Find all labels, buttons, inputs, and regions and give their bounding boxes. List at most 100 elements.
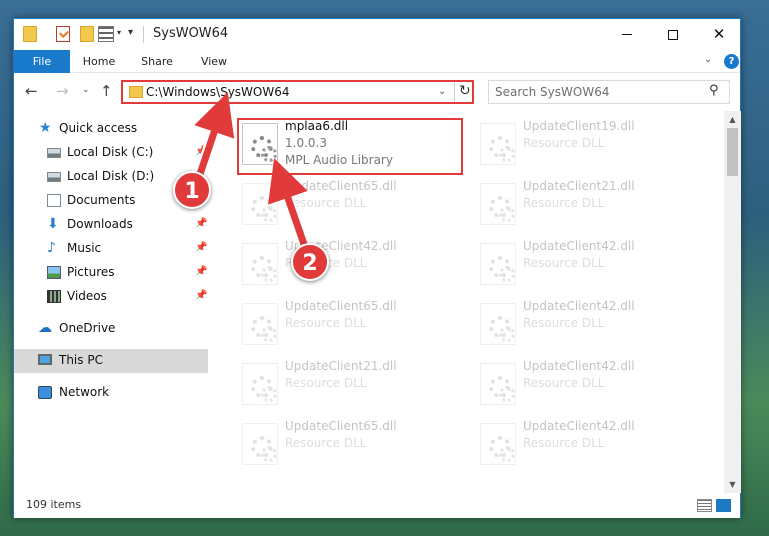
file-item[interactable]: UpdateClient42.dll Resource DLL <box>476 357 708 415</box>
close-button[interactable]: ✕ <box>696 19 742 50</box>
dll-file-icon <box>242 303 278 345</box>
file-name: UpdateClient21.dll <box>285 359 397 373</box>
tab-share[interactable]: Share <box>136 50 178 73</box>
music-icon: ♪ <box>47 240 56 256</box>
file-item[interactable]: UpdateClient65.dll Resource DLL <box>238 297 470 355</box>
sidebar-item-videos[interactable]: Videos 📌 <box>14 285 208 309</box>
network-icon <box>38 386 52 399</box>
sidebar-item-music[interactable]: ♪ Music 📌 <box>14 237 208 261</box>
view-button[interactable] <box>98 26 114 42</box>
address-dropdown-button[interactable]: ⌄ <box>438 86 446 97</box>
tab-file[interactable]: File <box>14 50 70 73</box>
dll-file-icon <box>480 123 516 165</box>
minimize-button[interactable] <box>604 19 650 50</box>
navigation-bar: ← → ⌄ ↑ C:\Windows\SysWOW64 ⌄ ↻ ⚲ <box>14 74 740 109</box>
file-item[interactable]: UpdateClient42.dll Resource DLL <box>476 417 708 475</box>
file-description: Resource DLL <box>523 376 605 390</box>
dll-file-icon <box>480 183 516 225</box>
help-button[interactable]: ? <box>724 54 739 69</box>
file-item[interactable]: UpdateClient65.dll Resource DLL <box>238 177 470 235</box>
details-view-button[interactable] <box>697 499 712 512</box>
sidebar-item-label: This PC <box>59 353 103 367</box>
vertical-scrollbar[interactable]: ▲ ▼ <box>724 111 741 493</box>
properties-button[interactable] <box>56 26 70 42</box>
up-button[interactable]: ↑ <box>100 82 113 100</box>
file-description: Resource DLL <box>523 136 605 150</box>
scroll-down-button[interactable]: ▼ <box>724 476 741 493</box>
tab-home[interactable]: Home <box>78 50 120 73</box>
expand-ribbon-button[interactable]: ⌄ <box>704 54 712 65</box>
search-input[interactable] <box>495 84 695 100</box>
folder-icon <box>23 26 37 42</box>
file-item[interactable]: UpdateClient65.dll Resource DLL <box>238 417 470 475</box>
sidebar-item-this-pc[interactable]: This PC <box>14 349 208 373</box>
scroll-up-button[interactable]: ▲ <box>724 111 741 128</box>
folder-icon <box>129 86 143 98</box>
explorer-window: ▾ ▾ SysWOW64 ✕ File Home Share View ⌄ ? … <box>13 18 741 518</box>
chevron-down-icon[interactable]: ▾ <box>117 28 121 37</box>
file-item[interactable]: UpdateClient21.dll Resource DLL <box>238 357 470 415</box>
sidebar-item-onedrive[interactable]: ☁ OneDrive <box>14 317 208 341</box>
file-name: UpdateClient42.dll <box>523 299 635 313</box>
pin-icon[interactable]: 📌 <box>195 146 207 157</box>
navigation-pane: ★ Quick access Local Disk (C:) 📌 Local D… <box>14 111 208 493</box>
sidebar-item-label: Documents <box>67 193 136 207</box>
recent-locations-button[interactable]: ⌄ <box>82 85 90 95</box>
dll-file-icon <box>480 363 516 405</box>
new-folder-button[interactable] <box>80 26 94 42</box>
scroll-thumb[interactable] <box>727 128 738 176</box>
file-item[interactable]: UpdateClient42.dll Resource DLL <box>476 297 708 355</box>
back-button[interactable]: ← <box>25 82 38 100</box>
file-description: Resource DLL <box>285 316 367 330</box>
pin-icon[interactable]: 📌 <box>195 290 207 301</box>
sidebar-item-label: Quick access <box>59 121 138 135</box>
maximize-button[interactable] <box>650 19 696 50</box>
forward-button[interactable]: → <box>56 82 69 100</box>
title-bar: ▾ ▾ SysWOW64 ✕ <box>14 19 740 50</box>
disk-icon <box>47 172 61 182</box>
callout-1: 1 <box>173 171 211 209</box>
sidebar-item-pictures[interactable]: Pictures 📌 <box>14 261 208 285</box>
file-item[interactable]: UpdateClient21.dll Resource DLL <box>476 177 708 235</box>
file-name: UpdateClient19.dll <box>523 119 635 133</box>
pin-icon[interactable]: 📌 <box>195 242 207 253</box>
sidebar-item-label: Local Disk (C:) <box>67 145 154 159</box>
refresh-button[interactable]: ↻ <box>459 83 471 99</box>
sidebar-item-label: Local Disk (D:) <box>67 169 155 183</box>
minimize-icon <box>622 34 632 35</box>
sidebar-item-quick-access[interactable]: ★ Quick access <box>14 117 208 141</box>
file-name: UpdateClient42.dll <box>523 239 635 253</box>
file-description: Resource DLL <box>285 436 367 450</box>
file-name: UpdateClient42.dll <box>523 359 635 373</box>
callout-2: 2 <box>291 243 329 281</box>
customize-toolbar-button[interactable]: ▾ <box>128 27 133 38</box>
pin-icon[interactable]: 📌 <box>195 218 207 229</box>
search-box[interactable]: ⚲ <box>488 80 730 104</box>
sidebar-item-label: Pictures <box>67 265 115 279</box>
file-item[interactable]: UpdateClient42.dll Resource DLL <box>238 237 470 295</box>
address-path[interactable]: C:\Windows\SysWOW64 <box>146 85 290 99</box>
dll-file-icon <box>480 243 516 285</box>
status-bar: 109 items <box>14 493 740 518</box>
dll-file-icon <box>242 183 278 225</box>
file-item[interactable]: UpdateClient19.dll Resource DLL <box>476 117 708 175</box>
sidebar-item-label: OneDrive <box>59 321 116 335</box>
address-bar[interactable]: C:\Windows\SysWOW64 ⌄ ↻ <box>121 80 474 104</box>
pin-icon[interactable]: 📌 <box>195 266 207 277</box>
tiles-view-button[interactable] <box>716 499 731 512</box>
picture-icon <box>47 266 61 279</box>
file-description: Resource DLL <box>523 316 605 330</box>
sidebar-item-label: Network <box>59 385 110 399</box>
sidebar-item-local-disk-c[interactable]: Local Disk (C:) 📌 <box>14 141 208 165</box>
dll-file-icon <box>480 423 516 465</box>
download-icon: ⬇ <box>47 216 59 232</box>
title-divider <box>143 26 144 43</box>
file-item[interactable]: UpdateClient42.dll Resource DLL <box>476 237 708 295</box>
tab-view[interactable]: View <box>194 50 234 73</box>
window-title: SysWOW64 <box>153 26 229 41</box>
file-name: UpdateClient21.dll <box>523 179 635 193</box>
search-icon[interactable]: ⚲ <box>709 83 719 98</box>
sidebar-item-network[interactable]: Network <box>14 381 208 405</box>
sidebar-item-downloads[interactable]: ⬇ Downloads 📌 <box>14 213 208 237</box>
sidebar-item-label: Music <box>67 241 102 255</box>
